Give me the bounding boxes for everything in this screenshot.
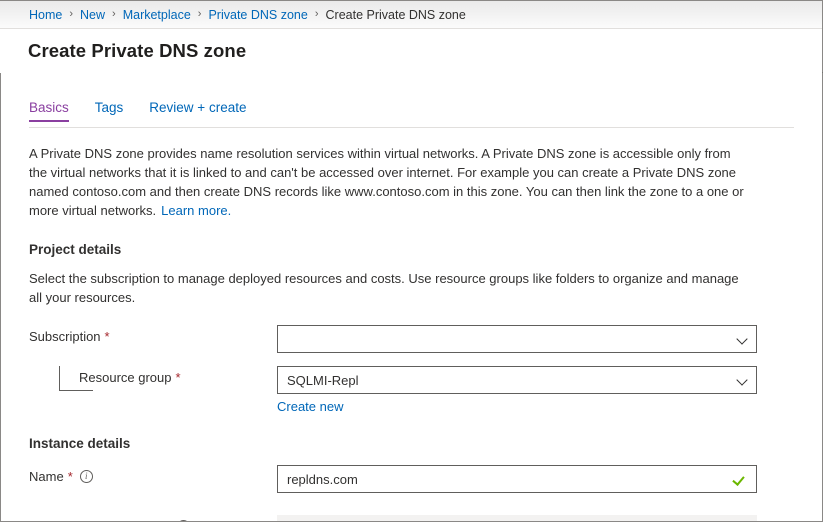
breadcrumb-separator-icon: › — [112, 8, 116, 20]
breadcrumb: Home › New › Marketplace › Private DNS z… — [0, 1, 822, 29]
name-label-wrap: Name * i — [29, 465, 277, 484]
create-new-resource-group-link[interactable]: Create new — [277, 399, 343, 414]
subscription-required-marker: * — [104, 329, 110, 344]
breadcrumb-item-marketplace[interactable]: Marketplace — [123, 8, 191, 22]
info-icon[interactable]: i — [79, 470, 93, 483]
intro-paragraph: A Private DNS zone provides name resolut… — [29, 144, 752, 220]
project-details-heading: Project details — [29, 242, 122, 257]
resource-group-required-marker: * — [175, 370, 181, 385]
tab-tags[interactable]: Tags — [95, 100, 124, 122]
resource-group-label-wrap: Resource group * — [29, 366, 277, 385]
resource-group-select[interactable]: SQLMI-Repl — [277, 366, 757, 394]
subscription-label-wrap: Subscription * — [29, 325, 277, 344]
name-input-value: repldns.com — [287, 471, 358, 487]
resource-group-control-col: SQLMI-Repl Create new — [277, 366, 757, 416]
resource-group-location-field-row: Resource group location i East US — [29, 515, 794, 521]
page-content: Basics Tags Review + create A Private DN… — [0, 73, 823, 522]
breadcrumb-item-private-dns-zone[interactable]: Private DNS zone — [208, 8, 307, 22]
resource-group-location-label-wrap: Resource group location i — [29, 515, 277, 521]
instance-details-heading: Instance details — [29, 436, 131, 451]
project-details-description: Select the subscription to manage deploy… — [29, 271, 739, 305]
project-details-form: Subscription * Resource group * SQLMI-Re… — [1, 325, 822, 416]
tab-review-create[interactable]: Review + create — [149, 100, 246, 122]
resource-group-label: Resource group — [79, 370, 172, 385]
name-field-row: Name * i repldns.com — [29, 465, 794, 493]
chevron-down-icon — [738, 375, 747, 384]
breadcrumb-separator-icon: › — [69, 8, 74, 20]
create-private-dns-zone-page: Home › New › Marketplace › Private DNS z… — [0, 0, 823, 522]
resource-group-selected-value: SQLMI-Repl — [287, 372, 359, 388]
breadcrumb-item-new[interactable]: New — [80, 8, 105, 22]
instance-details-form: Name * i repldns.com Resource group loca… — [1, 465, 822, 521]
name-input[interactable]: repldns.com — [277, 465, 757, 493]
name-required-marker: * — [67, 469, 73, 484]
resource-group-field-row: Resource group * SQLMI-Repl Create new — [29, 366, 794, 416]
breadcrumb-separator-icon: › — [197, 8, 202, 20]
name-control-col: repldns.com — [277, 465, 757, 493]
page-header: Home › New › Marketplace › Private DNS z… — [0, 0, 823, 73]
page-title: Create Private DNS zone — [28, 40, 247, 61]
chevron-down-icon — [738, 334, 747, 343]
breadcrumb-item-home[interactable]: Home — [29, 8, 62, 22]
breadcrumb-item-create-private-dns-zone: Create Private DNS zone — [325, 7, 466, 22]
tab-basics[interactable]: Basics — [29, 100, 69, 122]
tab-bar: Basics Tags Review + create — [1, 100, 822, 128]
subscription-select[interactable] — [277, 325, 757, 353]
learn-more-link[interactable]: Learn more. — [161, 203, 231, 218]
subscription-label: Subscription — [29, 329, 101, 344]
resource-group-location-select: East US — [277, 515, 757, 521]
resource-group-location-control-col: East US — [277, 515, 757, 521]
subscription-control-col — [277, 325, 757, 353]
name-label: Name — [29, 469, 64, 484]
title-row: Create Private DNS zone — [0, 29, 822, 73]
intro-text: A Private DNS zone provides name resolut… — [29, 146, 744, 218]
breadcrumb-separator-icon: › — [314, 8, 319, 20]
subscription-field-row: Subscription * — [29, 325, 794, 353]
checkmark-icon — [734, 473, 747, 485]
